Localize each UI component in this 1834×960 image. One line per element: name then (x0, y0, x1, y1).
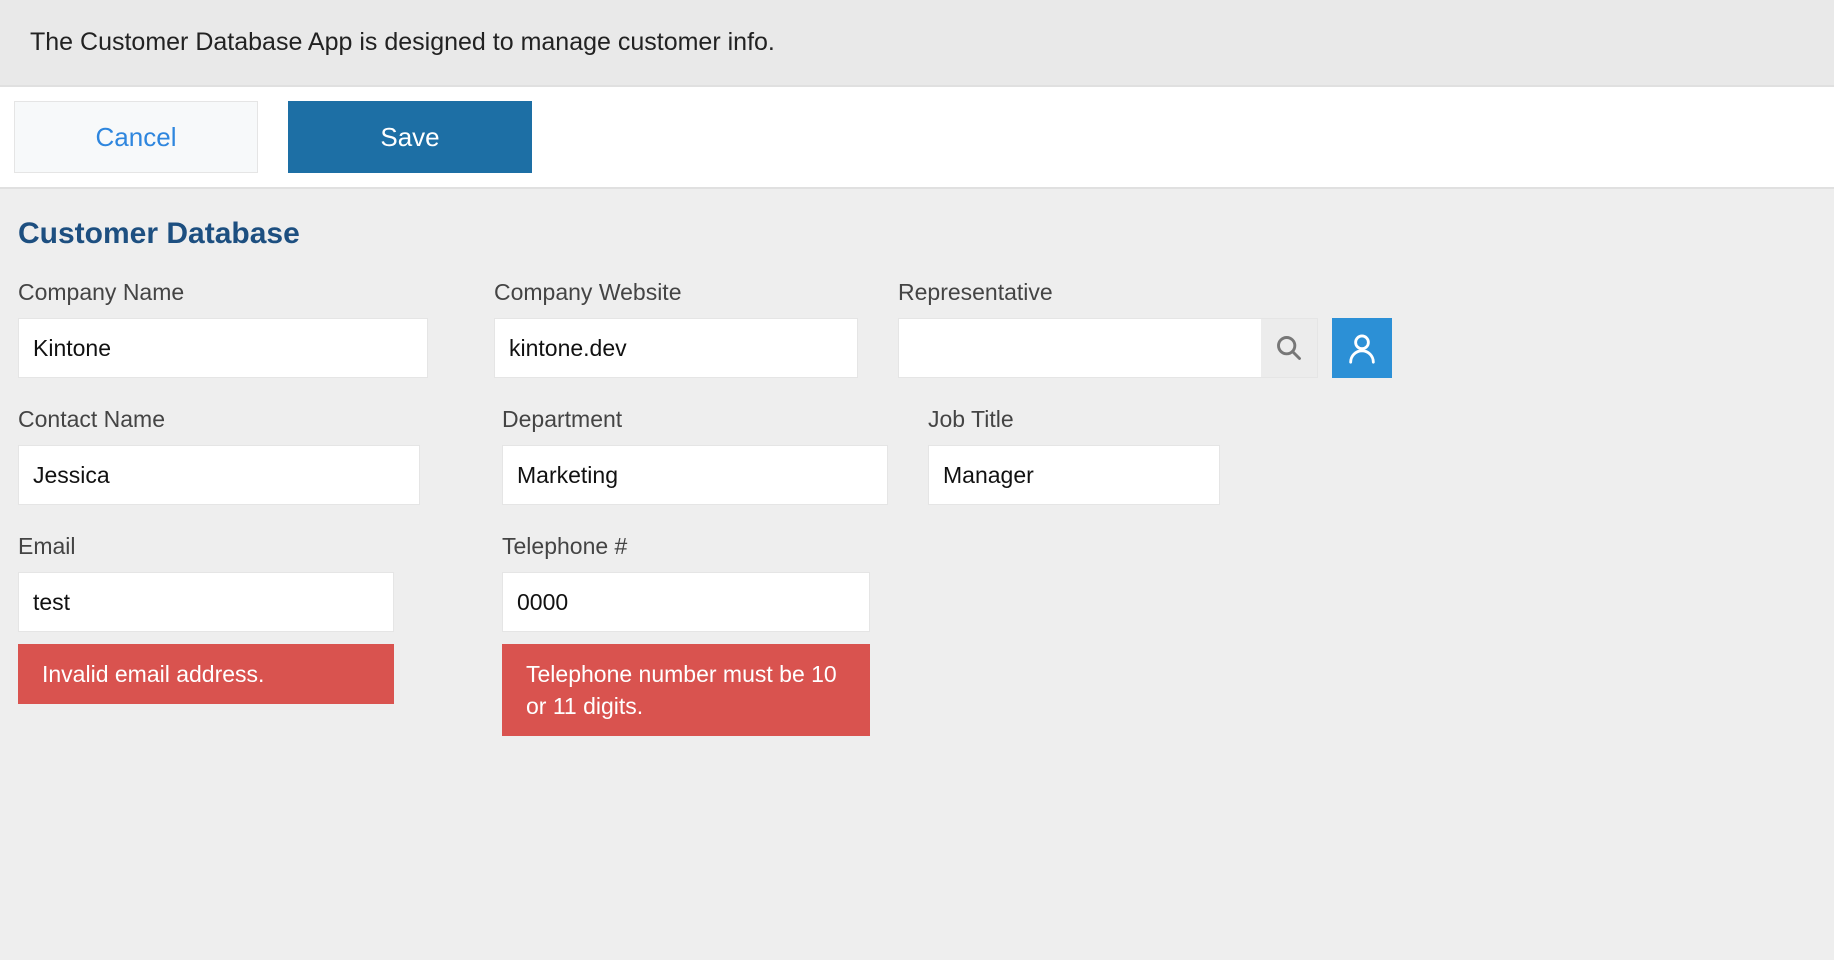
representative-search-button[interactable] (1261, 319, 1317, 377)
form-row: Contact Name Department Job Title (18, 406, 1816, 505)
form-row: Company Name Company Website Representat… (18, 279, 1816, 378)
app-description-text: The Customer Database App is designed to… (30, 28, 775, 56)
company-name-label: Company Name (18, 279, 454, 306)
form-section: Customer Database Company Name Company W… (0, 189, 1834, 804)
job-title-label: Job Title (928, 406, 1220, 433)
contact-name-input[interactable] (18, 445, 420, 505)
user-icon (1345, 331, 1379, 365)
save-button[interactable]: Save (288, 101, 532, 173)
email-error: Invalid email address. (18, 644, 394, 704)
telephone-label: Telephone # (502, 533, 870, 560)
field-company-website: Company Website (494, 279, 858, 378)
app-description-banner: The Customer Database App is designed to… (0, 0, 1834, 87)
search-icon (1275, 334, 1303, 362)
representative-user-button[interactable] (1332, 318, 1392, 378)
field-representative: Representative (898, 279, 1392, 378)
email-input[interactable] (18, 572, 394, 632)
telephone-input[interactable] (502, 572, 870, 632)
representative-search (898, 318, 1318, 378)
company-website-input[interactable] (494, 318, 858, 378)
field-department: Department (502, 406, 888, 505)
representative-input[interactable] (899, 319, 1261, 377)
job-title-input[interactable] (928, 445, 1220, 505)
field-job-title: Job Title (928, 406, 1220, 505)
representative-label: Representative (898, 279, 1392, 306)
company-website-label: Company Website (494, 279, 858, 306)
contact-name-label: Contact Name (18, 406, 420, 433)
company-name-input[interactable] (18, 318, 428, 378)
field-contact-name: Contact Name (18, 406, 420, 505)
action-bar: Cancel Save (0, 87, 1834, 189)
department-label: Department (502, 406, 888, 433)
field-telephone: Telephone # Telephone number must be 10 … (502, 533, 870, 736)
telephone-error: Telephone number must be 10 or 11 digits… (502, 644, 870, 736)
field-email: Email Invalid email address. (18, 533, 394, 704)
field-company-name: Company Name (18, 279, 454, 378)
form-row: Email Invalid email address. Telephone #… (18, 533, 1816, 736)
department-input[interactable] (502, 445, 888, 505)
email-label: Email (18, 533, 394, 560)
section-title: Customer Database (18, 217, 1816, 251)
cancel-button[interactable]: Cancel (14, 101, 258, 173)
